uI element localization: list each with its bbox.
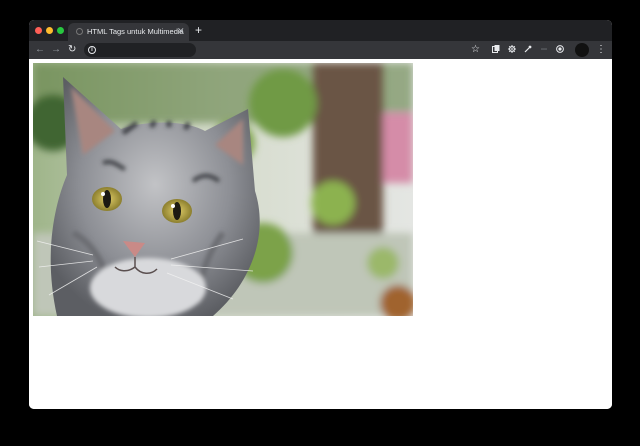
close-window-button[interactable] xyxy=(35,27,42,34)
back-button[interactable]: ← xyxy=(35,42,45,58)
tab-title: HTML Tags untuk Multimedia xyxy=(87,27,184,36)
info-icon[interactable]: i xyxy=(88,46,96,54)
profile-avatar[interactable] xyxy=(575,43,589,57)
gear-icon[interactable] xyxy=(508,45,516,53)
bookmark-star-icon[interactable]: ☆ xyxy=(471,42,480,58)
maximize-window-button[interactable] xyxy=(57,27,64,34)
new-tab-button[interactable]: + xyxy=(195,23,202,37)
toolbar: ← → ↻ i ☆ ⋮ xyxy=(29,41,612,59)
cat-photo xyxy=(33,63,413,316)
ellipsis-icon[interactable] xyxy=(540,45,548,53)
browser-window: HTML Tags untuk Multimedia ✕ + ← → ↻ i ☆ xyxy=(29,20,612,409)
eyedropper-icon[interactable] xyxy=(524,45,532,53)
address-bar[interactable]: i xyxy=(84,43,196,57)
tab-html-tags[interactable]: HTML Tags untuk Multimedia ✕ xyxy=(68,23,189,41)
reload-button[interactable]: ↻ xyxy=(68,42,76,58)
globe-icon xyxy=(76,28,83,35)
title-bar: HTML Tags untuk Multimedia ✕ + xyxy=(29,20,612,41)
more-menu-icon[interactable]: ⋮ xyxy=(596,42,606,58)
page-content xyxy=(29,59,612,409)
forward-button[interactable]: → xyxy=(51,42,61,58)
minimize-window-button[interactable] xyxy=(46,27,53,34)
copy-icon[interactable] xyxy=(492,45,500,53)
close-tab-icon[interactable]: ✕ xyxy=(177,26,185,37)
circle-extension-icon[interactable] xyxy=(556,45,564,53)
